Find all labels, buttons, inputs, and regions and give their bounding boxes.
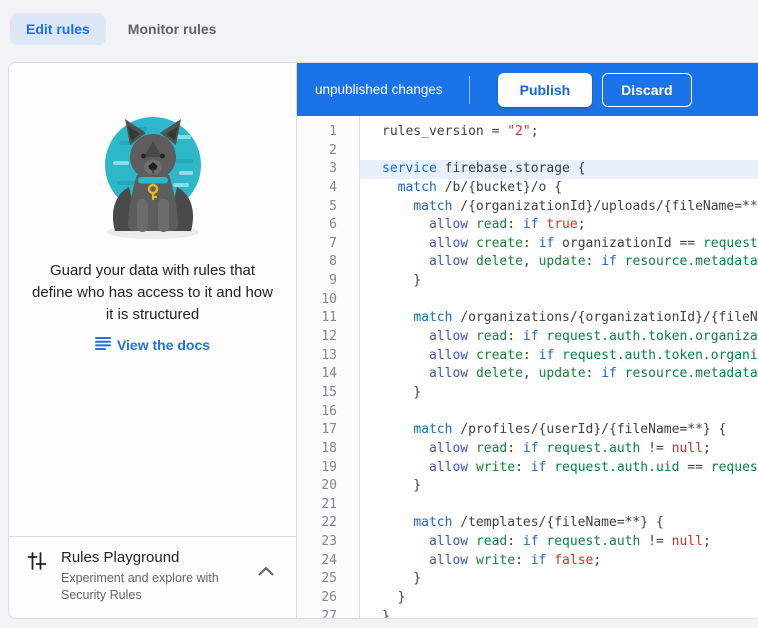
code-line[interactable]	[360, 403, 758, 422]
line-number: 3	[297, 160, 359, 179]
code-line[interactable]: match /organizations/{organizationId}/{f…	[360, 309, 758, 328]
code-line[interactable]: allow read: if true;	[360, 216, 758, 235]
code-line[interactable]: match /templates/{fileName=**} {	[360, 514, 758, 533]
gutter: 1234567891011121314151617181920212223242…	[297, 116, 360, 618]
line-number: 22	[297, 514, 359, 533]
rules-code-editor[interactable]: 1234567891011121314151617181920212223242…	[297, 116, 758, 618]
line-number: 8	[297, 253, 359, 272]
tune-icon	[27, 552, 47, 575]
discard-button[interactable]: Discard	[602, 73, 691, 107]
line-number: 26	[297, 589, 359, 608]
code-line[interactable]: rules_version = "2";	[360, 123, 758, 142]
tab-edit-rules[interactable]: Edit rules	[10, 13, 106, 45]
line-number: 27	[297, 608, 359, 618]
code-line[interactable]	[360, 142, 758, 161]
code-line[interactable]: }	[360, 589, 758, 608]
line-number: 17	[297, 421, 359, 440]
line-number: 12	[297, 328, 359, 347]
chevron-up-icon[interactable]	[258, 563, 274, 581]
code-line[interactable]: }	[360, 272, 758, 291]
code-line[interactable]: match /{organizationId}/uploads/{fileNam…	[360, 198, 758, 217]
code-line[interactable]: allow delete, update: if resource.metada…	[360, 253, 758, 272]
line-number: 9	[297, 272, 359, 291]
view-docs-label: View the docs	[117, 337, 210, 353]
code-line[interactable]: allow write: if false;	[360, 552, 758, 571]
code-lines[interactable]: rules_version = "2"; service firebase.sto…	[360, 116, 758, 618]
code-line[interactable]: match /profiles/{userId}/{fileName=**} {	[360, 421, 758, 440]
code-line[interactable]: }	[360, 608, 758, 618]
code-line[interactable]: }	[360, 477, 758, 496]
code-line[interactable]	[360, 496, 758, 515]
playground-title: Rules Playground	[61, 549, 239, 566]
view-docs-link[interactable]: View the docs	[95, 336, 210, 353]
code-line[interactable]: allow read: if request.auth != null;	[360, 440, 758, 459]
code-line[interactable]: service firebase.storage {	[360, 160, 758, 179]
line-number: 4	[297, 179, 359, 198]
line-number: 24	[297, 552, 359, 571]
editor-header: unpublished changes Publish Discard	[297, 63, 758, 116]
rules-headline: Guard your data with rules that define w…	[9, 260, 296, 326]
code-line[interactable]: allow read: if request.auth.token.organi…	[360, 328, 758, 347]
line-number: 16	[297, 403, 359, 422]
line-number: 21	[297, 496, 359, 515]
rules-info-panel: Guard your data with rules that define w…	[9, 63, 297, 618]
line-number: 6	[297, 216, 359, 235]
line-number: 20	[297, 477, 359, 496]
line-number: 25	[297, 570, 359, 589]
code-line[interactable]: allow delete, update: if resource.metada…	[360, 365, 758, 384]
code-line[interactable]: }	[360, 384, 758, 403]
line-number: 19	[297, 459, 359, 478]
playground-subtitle: Experiment and explore with Security Rul…	[61, 570, 239, 604]
guard-dog-illustration	[77, 103, 229, 248]
line-number: 7	[297, 235, 359, 254]
line-number: 10	[297, 291, 359, 310]
header-divider	[469, 76, 470, 104]
code-line[interactable]: allow write: if request.auth.uid == requ…	[360, 459, 758, 478]
line-number: 18	[297, 440, 359, 459]
code-line[interactable]: }	[360, 570, 758, 589]
line-number: 2	[297, 142, 359, 161]
rules-card: Guard your data with rules that define w…	[8, 62, 758, 619]
code-line[interactable]: allow read: if request.auth != null;	[360, 533, 758, 552]
line-number: 1	[297, 123, 359, 142]
line-number: 23	[297, 533, 359, 552]
line-number: 14	[297, 365, 359, 384]
publish-button[interactable]: Publish	[498, 73, 593, 107]
code-line[interactable]	[360, 291, 758, 310]
line-number: 15	[297, 384, 359, 403]
tab-bar: Edit rules Monitor rules	[0, 0, 758, 58]
rules-playground-bar[interactable]: Rules Playground Experiment and explore …	[9, 536, 296, 618]
rules-editor-panel: unpublished changes Publish Discard 1234…	[297, 63, 758, 618]
line-number: 5	[297, 198, 359, 217]
code-line[interactable]: match /b/{bucket}/o {	[360, 179, 758, 198]
code-line[interactable]: allow create: if organizationId == reque…	[360, 235, 758, 254]
unpublished-changes-status: unpublished changes	[315, 82, 443, 97]
docs-icon	[95, 336, 111, 353]
line-number: 13	[297, 347, 359, 366]
tab-monitor-rules[interactable]: Monitor rules	[128, 21, 217, 37]
line-number: 11	[297, 309, 359, 328]
code-line[interactable]: allow create: if request.auth.token.orga…	[360, 347, 758, 366]
